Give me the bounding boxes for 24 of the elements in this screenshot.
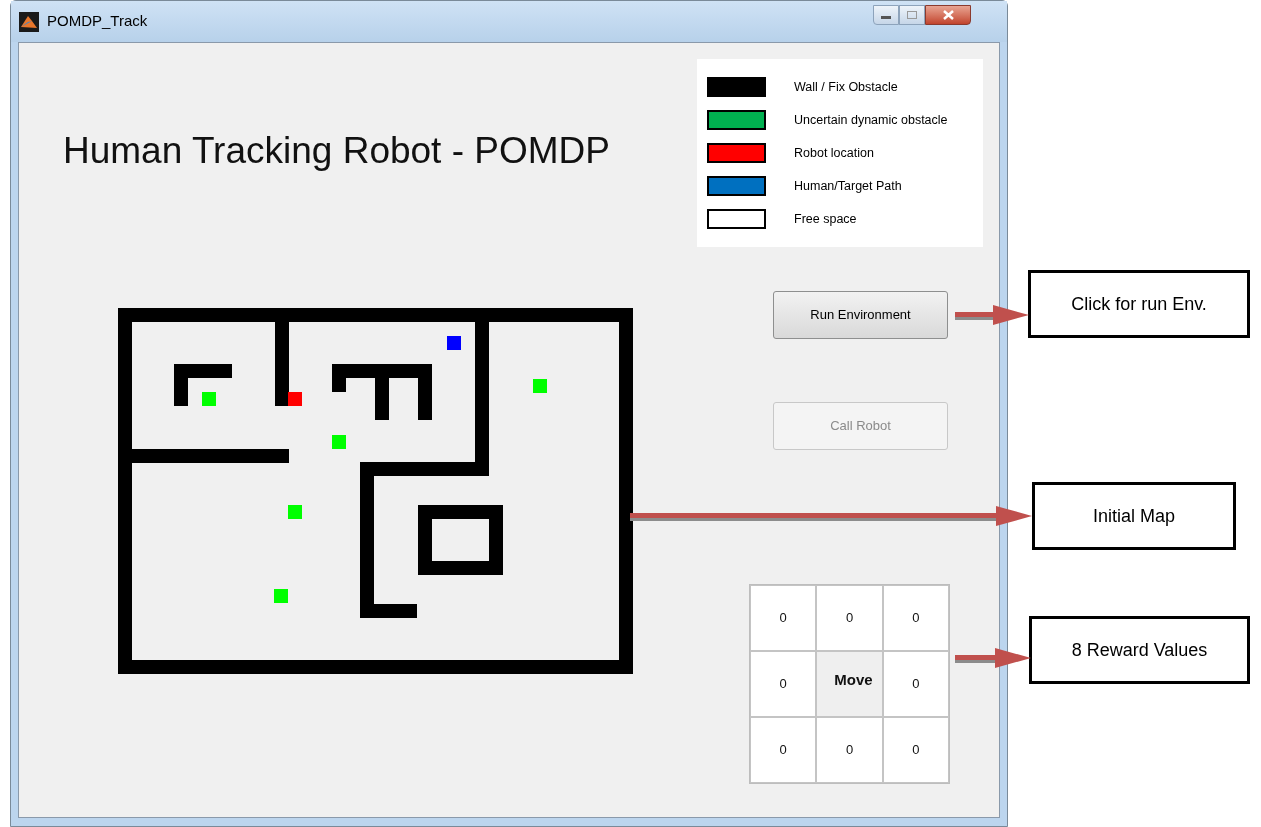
reward-value-cell[interactable]: 0 xyxy=(882,585,949,651)
reward-value-cell[interactable]: 0 xyxy=(882,651,949,717)
reward-value-cell[interactable]: 0 xyxy=(750,717,817,783)
reward-value-cell[interactable]: 0 xyxy=(750,651,817,717)
window-title: POMDP_Track xyxy=(47,11,148,32)
legend-label: Human/Target Path xyxy=(794,177,902,195)
reward-value-cell[interactable]: 0 xyxy=(750,585,817,651)
close-button[interactable] xyxy=(925,5,971,25)
app-heading: Human Tracking Robot - POMDP xyxy=(63,129,611,173)
reward-value-cell[interactable]: 0 xyxy=(816,585,883,651)
app-logo-icon xyxy=(19,11,39,32)
minimize-button[interactable] xyxy=(873,5,899,25)
legend-label: Free space xyxy=(794,210,857,228)
reward-value-cell[interactable]: 0 xyxy=(816,717,883,783)
legend-label: Uncertain dynamic obstacle xyxy=(794,111,948,129)
close-icon xyxy=(942,10,954,20)
legend-label: Robot location xyxy=(794,144,874,162)
reward-value-cell[interactable]: 0 xyxy=(882,717,949,783)
legend-label: Wall / Fix Obstacle xyxy=(794,78,898,96)
callout-text: Click for run Env. xyxy=(1071,292,1207,316)
callout-text: 8 Reward Values xyxy=(1071,638,1208,662)
callout-text: Initial Map xyxy=(1092,504,1175,528)
move-button[interactable]: Move xyxy=(816,651,883,717)
action-button[interactable]: Run Environment xyxy=(773,291,948,339)
